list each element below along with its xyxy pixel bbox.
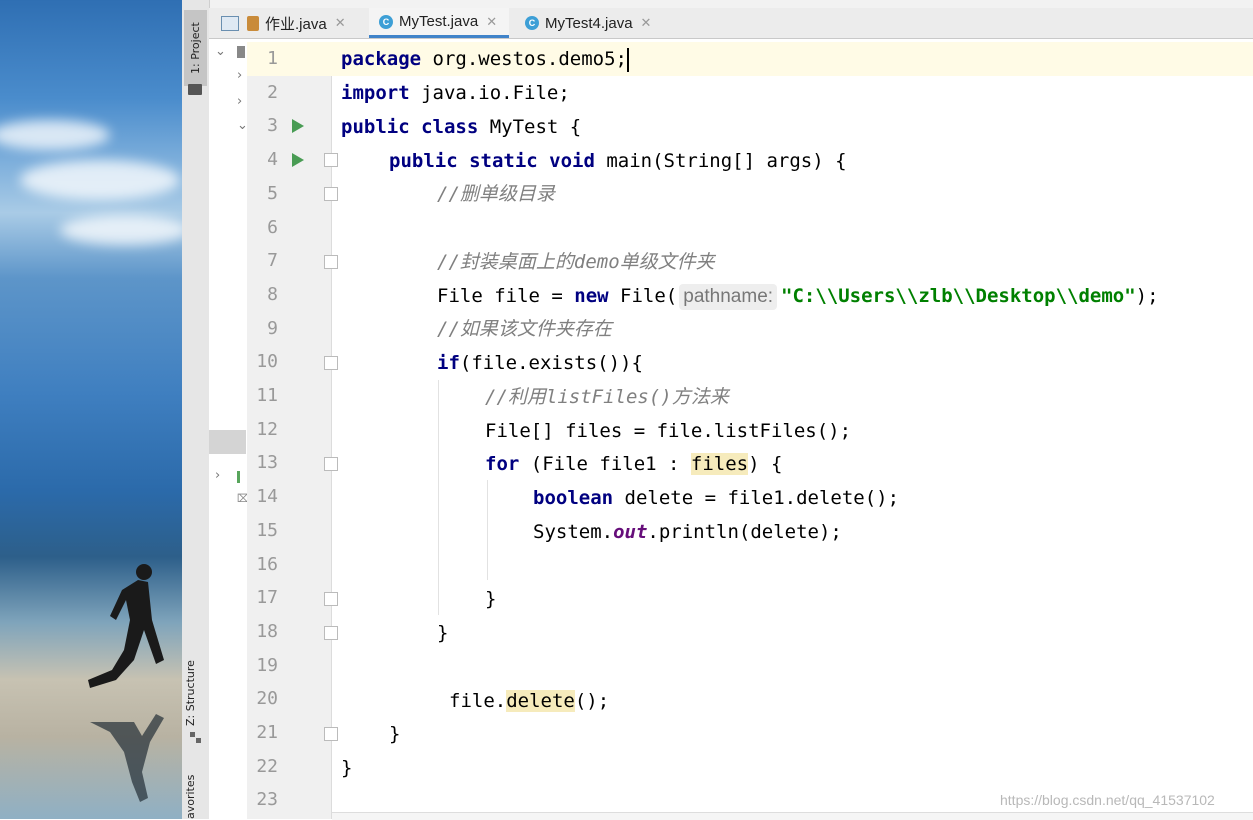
line-number[interactable]: 7 xyxy=(254,244,278,278)
favorites-tool-tab[interactable]: avorites xyxy=(184,765,197,819)
fold-icon[interactable] xyxy=(324,592,338,606)
line-number[interactable]: 14 xyxy=(254,480,278,514)
desktop-wallpaper xyxy=(0,0,190,819)
cloud xyxy=(0,120,110,150)
code-line-3[interactable]: public class MyTest { xyxy=(341,110,581,144)
code-line-1[interactable]: package org.westos.demo5; xyxy=(341,42,629,76)
code-line-5[interactable]: //删单级目录 xyxy=(437,177,555,211)
run-icon[interactable] xyxy=(292,119,304,133)
text-caret xyxy=(626,47,629,72)
line-number[interactable]: 15 xyxy=(254,514,278,548)
watermark: https://blog.csdn.net/qq_41537102 xyxy=(1000,792,1215,808)
code-line-15[interactable]: System.out.println(delete); xyxy=(533,515,842,549)
code-line-7[interactable]: //封装桌面上的demo单级文件夹 xyxy=(437,245,715,279)
indent-guide xyxy=(438,380,439,615)
line-number[interactable]: 18 xyxy=(254,615,278,649)
line-number[interactable]: 16 xyxy=(254,548,278,582)
line-number[interactable]: 1 xyxy=(254,42,278,76)
line-number[interactable]: 19 xyxy=(254,649,278,683)
line-number[interactable]: 6 xyxy=(254,211,278,245)
window-top-strip xyxy=(182,0,1253,8)
runner-reflection xyxy=(90,714,164,802)
tab-mytest-java[interactable]: C MyTest.java ✕ xyxy=(369,8,510,38)
fold-icon[interactable] xyxy=(324,356,338,370)
tab-mytest4-java[interactable]: C MyTest4.java ✕ xyxy=(525,8,651,38)
tab-zuoye-java[interactable]: 作业.java ✕ xyxy=(247,8,346,38)
line-number[interactable]: 17 xyxy=(254,581,278,615)
scratch-icon[interactable]: ⌧ xyxy=(209,492,250,512)
close-icon[interactable]: ✕ xyxy=(335,15,346,31)
code-line-2[interactable]: import java.io.File; xyxy=(341,76,570,110)
code-line-21[interactable]: } xyxy=(389,717,400,751)
fold-icon[interactable] xyxy=(324,153,338,167)
fold-icon[interactable] xyxy=(324,626,338,640)
indent-guide xyxy=(487,480,488,580)
line-number[interactable]: 22 xyxy=(254,750,278,784)
fold-icon[interactable] xyxy=(324,255,338,269)
code-line-20[interactable]: file.delete(); xyxy=(449,684,609,718)
code-line-17[interactable]: } xyxy=(485,582,496,616)
code-line-10[interactable]: if(file.exists()){ xyxy=(437,346,643,380)
tree-collapse-icon[interactable]: › xyxy=(209,68,246,88)
code-line-22[interactable]: } xyxy=(341,751,352,785)
line-number[interactable]: 20 xyxy=(254,682,278,716)
code-line-12[interactable]: File[] files = file.listFiles(); xyxy=(485,414,851,448)
parameter-hint: pathname: xyxy=(679,284,778,310)
line-number[interactable]: 9 xyxy=(254,312,278,346)
line-number[interactable]: 10 xyxy=(254,345,278,379)
line-number[interactable]: 12 xyxy=(254,413,278,447)
line-number[interactable]: 2 xyxy=(254,76,278,110)
java-file-icon xyxy=(247,15,259,31)
project-selected-row[interactable] xyxy=(209,430,246,454)
line-number[interactable]: 4 xyxy=(254,143,278,177)
runner-silhouette xyxy=(88,564,164,688)
class-icon: C xyxy=(525,16,539,30)
structure-icon xyxy=(190,732,202,744)
line-number[interactable]: 13 xyxy=(254,446,278,480)
tree-expand-icon[interactable]: ⌄ xyxy=(209,118,248,138)
tree-expand-icon[interactable]: ⌄ xyxy=(209,44,246,64)
code-line-18[interactable]: } xyxy=(437,616,448,650)
fold-icon[interactable] xyxy=(324,457,338,471)
class-icon: C xyxy=(379,14,393,29)
tree-collapse-icon[interactable]: › xyxy=(209,94,246,114)
cloud xyxy=(20,160,180,200)
line-number[interactable]: 5 xyxy=(254,177,278,211)
code-line-9[interactable]: //如果该文件夹存在 xyxy=(437,312,612,346)
line-number[interactable]: 11 xyxy=(254,379,278,413)
code-line-8[interactable]: File file = new File(pathname: "C:\\Users… xyxy=(437,279,1159,313)
project-tool-tab[interactable]: 1: Project xyxy=(184,10,207,86)
close-icon[interactable]: ✕ xyxy=(486,14,497,30)
run-icon[interactable] xyxy=(292,153,304,167)
tree-collapse-icon[interactable]: › xyxy=(209,468,246,488)
folder-icon xyxy=(188,84,202,95)
window-icon xyxy=(221,16,239,31)
editor-tab-bar: 作业.java ✕ C MyTest.java ✕ C MyTest4.java… xyxy=(209,8,1253,39)
project-panel: ⌄ › › ⌄ › ⌧ xyxy=(209,38,250,819)
fold-icon[interactable] xyxy=(324,727,338,741)
line-number[interactable]: 23 xyxy=(254,783,278,817)
code-line-4[interactable]: public static void main(String[] args) { xyxy=(389,144,847,178)
tool-window-strip: 1: Project Z: Structure avorites xyxy=(182,0,210,819)
line-number[interactable]: 3 xyxy=(254,109,278,143)
structure-tool-tab[interactable]: Z: Structure xyxy=(184,650,197,726)
line-number[interactable]: 21 xyxy=(254,716,278,750)
code-line-13[interactable]: for (File file1 : files) { xyxy=(485,447,782,481)
cloud xyxy=(60,215,190,245)
close-icon[interactable]: ✕ xyxy=(641,15,652,31)
line-number[interactable]: 8 xyxy=(254,278,278,312)
code-line-14[interactable]: boolean delete = file1.delete(); xyxy=(533,481,899,515)
fold-icon[interactable] xyxy=(324,187,338,201)
code-line-11[interactable]: //利用listFiles()方法来 xyxy=(485,380,729,414)
